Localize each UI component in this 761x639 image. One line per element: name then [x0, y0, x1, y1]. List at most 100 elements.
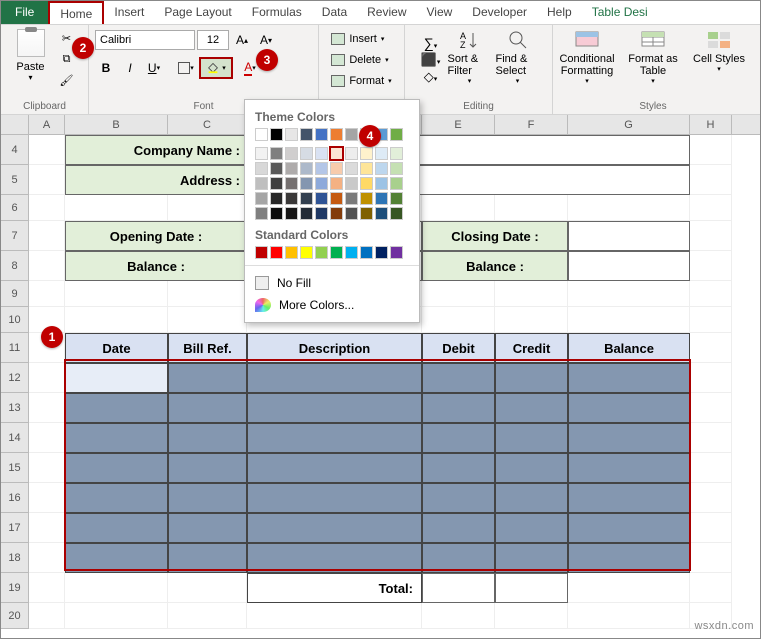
row-header[interactable]: 18 [1, 543, 29, 573]
color-swatch[interactable] [270, 192, 283, 205]
cell[interactable] [29, 135, 65, 165]
col-header[interactable]: G [568, 115, 690, 134]
row-header[interactable]: 15 [1, 453, 29, 483]
row-header[interactable]: 16 [1, 483, 29, 513]
color-swatch[interactable] [330, 207, 343, 220]
table-header-balance[interactable]: Balance [568, 333, 690, 363]
color-swatch[interactable] [360, 177, 373, 190]
table-row[interactable] [65, 483, 168, 513]
cell[interactable] [422, 281, 495, 307]
cell[interactable] [168, 281, 247, 307]
color-swatch[interactable] [390, 128, 403, 141]
table-row[interactable] [65, 543, 168, 573]
table-row[interactable] [247, 363, 422, 393]
row-header[interactable]: 4 [1, 135, 29, 165]
cell[interactable] [29, 281, 65, 307]
table-row[interactable] [247, 393, 422, 423]
bold-button[interactable]: B [95, 57, 117, 79]
table-row[interactable] [65, 393, 168, 423]
color-swatch[interactable] [315, 162, 328, 175]
col-header[interactable]: B [65, 115, 168, 134]
col-header[interactable]: F [495, 115, 568, 134]
cell[interactable] [690, 543, 732, 573]
color-swatch[interactable] [360, 207, 373, 220]
font-size-input[interactable] [197, 30, 229, 50]
cell[interactable] [690, 281, 732, 307]
color-swatch[interactable] [285, 128, 298, 141]
color-swatch[interactable] [300, 192, 313, 205]
table-row[interactable] [568, 393, 690, 423]
increase-font-button[interactable]: A▴ [231, 29, 253, 51]
color-swatch[interactable] [360, 246, 373, 259]
cell-closing-value[interactable] [568, 221, 690, 251]
cell[interactable] [690, 251, 732, 281]
table-row[interactable] [495, 543, 568, 573]
color-swatch[interactable] [345, 177, 358, 190]
cell[interactable] [29, 543, 65, 573]
color-swatch[interactable] [270, 162, 283, 175]
cell[interactable] [422, 603, 495, 629]
color-swatch[interactable] [270, 246, 283, 259]
color-swatch[interactable] [390, 246, 403, 259]
row-header[interactable]: 11 [1, 333, 29, 363]
table-row[interactable] [247, 423, 422, 453]
cell[interactable] [568, 307, 690, 333]
cell[interactable] [29, 221, 65, 251]
font-name-input[interactable] [95, 30, 195, 50]
table-row[interactable] [247, 483, 422, 513]
color-swatch[interactable] [345, 207, 358, 220]
color-swatch[interactable] [255, 246, 268, 259]
find-select-button[interactable]: Find & Select▾ [496, 29, 540, 85]
select-all-corner[interactable] [1, 115, 29, 134]
paste-button[interactable]: Paste ▾ [11, 29, 51, 82]
color-swatch[interactable] [315, 128, 328, 141]
tab-pagelayout[interactable]: Page Layout [154, 1, 241, 24]
color-swatch[interactable] [390, 147, 403, 160]
col-header[interactable]: E [422, 115, 495, 134]
row-header[interactable]: 9 [1, 281, 29, 307]
row-header[interactable]: 20 [1, 603, 29, 629]
underline-button[interactable]: U▾ [143, 57, 165, 79]
clear-button[interactable]: ◇▾ [424, 69, 438, 85]
table-row[interactable] [495, 453, 568, 483]
color-swatch[interactable] [255, 192, 268, 205]
table-row[interactable] [568, 423, 690, 453]
cell[interactable] [168, 195, 247, 221]
tab-data[interactable]: Data [312, 1, 357, 24]
table-header-credit[interactable]: Credit [495, 333, 568, 363]
color-swatch[interactable] [300, 162, 313, 175]
sort-filter-button[interactable]: AZ Sort & Filter▾ [448, 29, 492, 85]
table-row[interactable] [422, 393, 495, 423]
color-swatch[interactable] [330, 162, 343, 175]
color-swatch[interactable] [390, 207, 403, 220]
table-row[interactable] [247, 513, 422, 543]
table-row[interactable] [65, 363, 168, 393]
cell[interactable] [690, 195, 732, 221]
color-swatch[interactable] [300, 207, 313, 220]
table-row[interactable] [568, 363, 690, 393]
table-row[interactable] [168, 393, 247, 423]
cell[interactable] [690, 513, 732, 543]
cell[interactable] [690, 165, 732, 195]
table-row[interactable] [422, 513, 495, 543]
color-swatch[interactable] [330, 177, 343, 190]
table-row[interactable] [65, 453, 168, 483]
cell[interactable] [495, 603, 568, 629]
cell[interactable] [690, 393, 732, 423]
table-row[interactable] [168, 513, 247, 543]
cell[interactable] [422, 307, 495, 333]
fill-button[interactable]: ⬛▾ [421, 52, 441, 68]
color-swatch[interactable] [255, 162, 268, 175]
cell-total-credit[interactable] [495, 573, 568, 603]
cell-address-label[interactable]: Address : [65, 165, 247, 195]
color-swatch[interactable] [285, 192, 298, 205]
cell[interactable] [29, 251, 65, 281]
borders-button[interactable]: ▾ [175, 57, 197, 79]
color-swatch[interactable] [375, 162, 388, 175]
color-swatch[interactable] [330, 147, 343, 160]
table-row[interactable] [65, 423, 168, 453]
cell[interactable] [29, 165, 65, 195]
cell[interactable] [65, 307, 168, 333]
table-row[interactable] [422, 363, 495, 393]
table-row[interactable] [568, 513, 690, 543]
